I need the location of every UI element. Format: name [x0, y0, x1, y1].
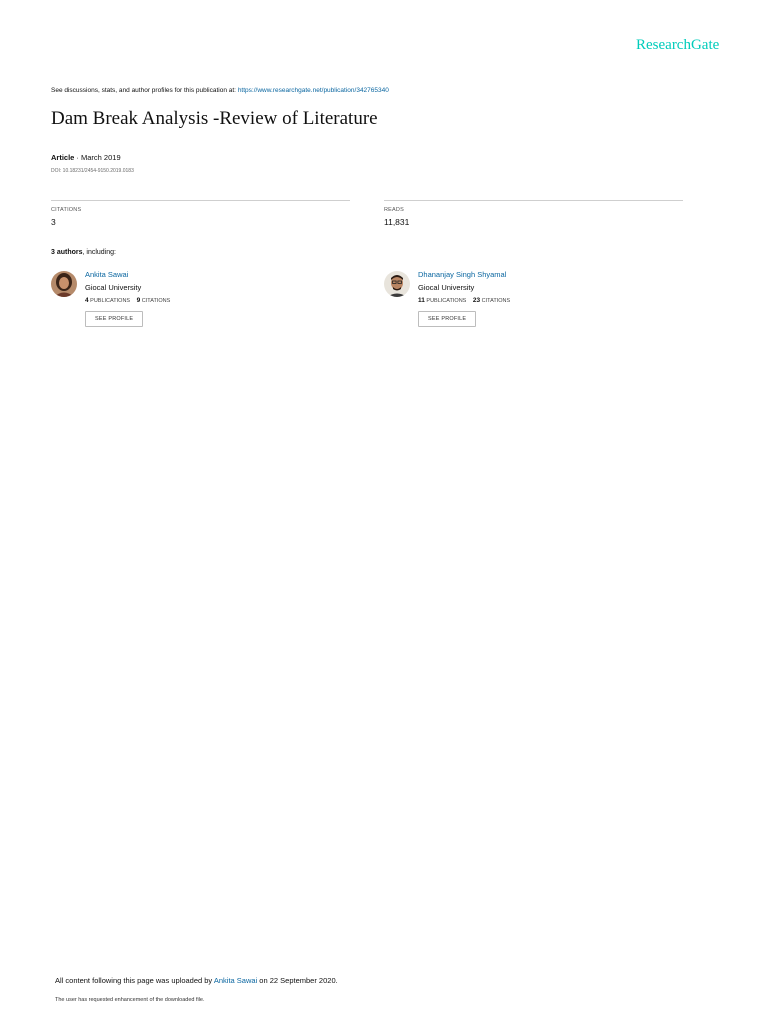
author-name-link[interactable]: Dhananjay Singh Shyamal — [418, 270, 658, 279]
avatar-photo-icon — [384, 271, 410, 297]
upload-prefix: All content following this page was uplo… — [55, 976, 214, 985]
author-name-link[interactable]: Ankita Sawai — [85, 270, 325, 279]
author-institution: Giocal University — [418, 283, 475, 292]
researchgate-logo[interactable]: ResearchGate — [636, 37, 719, 54]
publications-label: PUBLICATIONS — [426, 298, 467, 304]
publication-title: Dam Break Analysis -Review of Literature — [51, 108, 378, 129]
avatar-photo-icon — [51, 271, 77, 297]
meta-separator: · — [74, 153, 82, 162]
publication-doi: DOI: 10.18231/2454-9150.2019.0183 — [51, 168, 134, 174]
author-citations-count: 9 — [136, 297, 141, 304]
upload-suffix: on 22 September 2020. — [257, 976, 338, 985]
author-citations-label: CITATIONS — [481, 298, 511, 304]
see-profile-button[interactable]: SEE PROFILE — [85, 311, 144, 327]
author-stats: 4 PUBLICATIONS 9 CITATIONS — [85, 297, 325, 304]
citations-count: 3 — [51, 217, 56, 227]
reads-count: 11,831 — [384, 217, 410, 227]
publications-count: 11 — [418, 297, 425, 304]
authors-heading: 3 authors, including: — [51, 249, 116, 256]
publications-count: 4 — [85, 297, 89, 304]
avatar[interactable] — [51, 271, 77, 297]
authors-count: 3 authors — [51, 249, 83, 256]
see-profile-button[interactable]: SEE PROFILE — [418, 311, 477, 327]
discussion-prefix: See discussions, stats, and author profi… — [51, 87, 236, 94]
publication-type: Article — [51, 153, 75, 162]
publication-link[interactable]: https://www.researchgate.net/publication… — [238, 87, 389, 94]
publication-meta: Article · March 2019 — [51, 153, 121, 162]
author-institution: Giocal University — [85, 283, 142, 292]
author-citations-label: CITATIONS — [141, 298, 171, 304]
author-stats: 11 PUBLICATIONS 23 CITATIONS — [418, 297, 658, 304]
uploader-link[interactable]: Ankita Sawai — [214, 976, 257, 985]
reads-stat: READS 11,831 — [384, 200, 683, 227]
avatar[interactable] — [384, 271, 410, 297]
citations-label: CITATIONS — [51, 207, 82, 213]
author-citations-count: 23 — [472, 297, 481, 304]
discussion-line: See discussions, stats, and author profi… — [51, 87, 389, 94]
publications-label: PUBLICATIONS — [90, 298, 131, 304]
reads-label: READS — [384, 207, 404, 213]
publication-date: March 2019 — [81, 153, 121, 162]
citations-stat: CITATIONS 3 — [51, 200, 350, 227]
enhancement-note: The user has requested enhancement of th… — [55, 997, 205, 1003]
authors-including: , including: — [82, 249, 116, 256]
upload-notice: All content following this page was uplo… — [55, 976, 338, 985]
